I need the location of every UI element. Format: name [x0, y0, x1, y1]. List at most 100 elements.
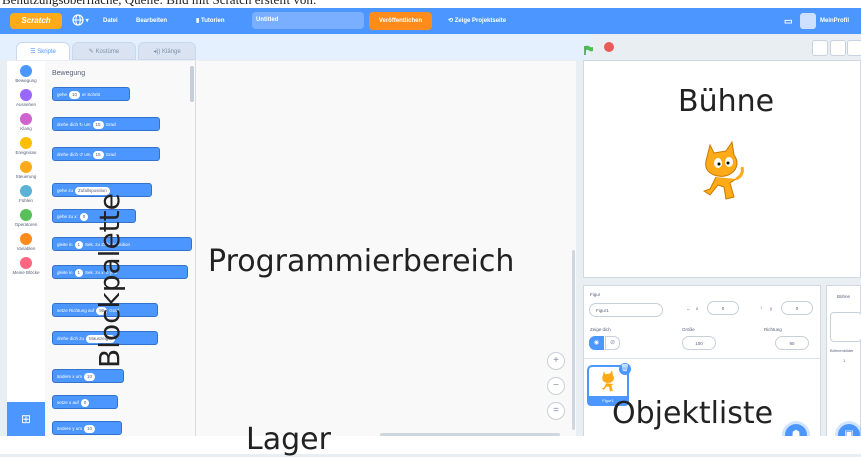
block-text: ändere x um [57, 374, 83, 379]
category-dot-icon [20, 89, 32, 101]
palette-category-title: Bewegung [52, 70, 86, 77]
see-project-button[interactable]: ⟲ Zeige Projektseite [448, 8, 506, 34]
zoom-reset-button[interactable]: = [547, 402, 565, 420]
cat-thumbnail-icon [601, 370, 614, 392]
motion-block[interactable]: setze x auf 0 [52, 395, 118, 409]
block-input[interactable]: 10 [69, 90, 81, 99]
motion-block[interactable]: drehe dich ↺ um 15 Grad [52, 147, 160, 161]
motion-block[interactable]: ändere x um 10 [52, 369, 124, 383]
globe-icon[interactable]: ▾ [72, 8, 89, 34]
block-input[interactable]: 0 [80, 398, 90, 407]
share-button[interactable]: Veröffentlichen [369, 12, 432, 30]
block-input[interactable]: 0 [79, 212, 89, 221]
category-item[interactable]: Klang [7, 113, 45, 131]
block-input[interactable]: 15 [92, 150, 104, 159]
block-text: gehe zu x: [57, 214, 78, 219]
zoom-reset-icon: = [553, 405, 559, 416]
size-label: Größe [682, 327, 695, 332]
zoom-in-button[interactable]: + [547, 352, 565, 370]
fullscreen-icon[interactable] [847, 40, 861, 56]
block-text: gleite in [57, 242, 73, 247]
brush-icon: ✎ [88, 49, 94, 55]
menu-edit[interactable]: Bearbeiten [136, 8, 167, 34]
block-input[interactable]: 1 [74, 240, 84, 249]
block-text: gleite in [57, 270, 73, 275]
large-stage-button[interactable] [830, 40, 846, 56]
label-stage: Bühne [678, 84, 775, 119]
scratch-logo[interactable]: Scratch [10, 13, 62, 29]
block-text: setze x auf [57, 400, 79, 405]
category-dot-icon [20, 185, 32, 197]
cat-sprite-icon[interactable] [696, 139, 746, 203]
palette-scrollbar[interactable] [190, 66, 194, 102]
category-dot-icon [20, 257, 32, 269]
code-icon: ☰ [30, 49, 36, 55]
username[interactable]: MeinProfil [820, 8, 849, 34]
category-dot-icon [20, 233, 32, 245]
label-backpack: Lager [246, 422, 331, 457]
block-input[interactable]: 10 [84, 424, 96, 433]
category-item[interactable]: Operatoren [7, 209, 45, 227]
category-label: Klang [20, 126, 32, 131]
x-label: x [696, 306, 699, 311]
x-field[interactable]: 0 [707, 301, 739, 315]
add-extension-button[interactable]: ⊞ [7, 402, 45, 436]
category-label: Ereignisse [15, 150, 37, 155]
see-project-icon: ⟲ [448, 18, 454, 24]
motion-block[interactable]: drehe dich ↻ um 15 Grad [52, 117, 160, 131]
category-dot-icon [20, 113, 32, 125]
y-field[interactable]: 0 [781, 301, 813, 315]
block-input[interactable]: 1 [74, 268, 84, 277]
sprite-name-label: Figur [590, 292, 601, 297]
tab-sounds[interactable]: ◂)) Klänge [138, 42, 196, 60]
speaker-icon: ◂)) [153, 49, 161, 55]
tab-code[interactable]: ☰ Skripte [16, 42, 70, 60]
size-field[interactable]: 100 [682, 336, 716, 350]
show-hidden-icon[interactable]: ⊘ [605, 336, 620, 350]
menu-file[interactable]: Datei [103, 8, 118, 34]
small-stage-button[interactable] [812, 40, 828, 56]
category-item[interactable]: Bewegung [7, 65, 45, 83]
sprite-name-field[interactable]: Figur1 [589, 303, 663, 317]
category-item[interactable]: Steuerung [7, 161, 45, 179]
category-item[interactable]: Aussehen [7, 89, 45, 107]
code-scrollbar-vertical[interactable] [572, 250, 575, 430]
block-text: Grad [105, 152, 116, 157]
zoom-out-button[interactable]: − [547, 377, 565, 395]
category-label: Bewegung [15, 78, 37, 83]
see-project-label: Zeige Projektseite [454, 18, 507, 24]
x-arrows-icon: ↔ [686, 306, 691, 311]
block-text: drehe dich ↻ um [57, 122, 91, 127]
category-label: Steuerung [15, 174, 37, 179]
project-title-input[interactable]: Untitled [252, 12, 364, 29]
category-dot-icon [20, 65, 32, 77]
delete-sprite-icon[interactable]: 🗑 [619, 363, 631, 375]
stop-icon[interactable] [604, 42, 614, 52]
category-item[interactable]: Meine Blöcke [7, 257, 45, 275]
category-item[interactable]: Variablen [7, 233, 45, 251]
menu-tutorials[interactable]: ▮ Tutorien [196, 8, 225, 34]
folder-icon[interactable]: ▭ [784, 8, 793, 34]
avatar[interactable] [800, 13, 816, 29]
block-input[interactable]: 10 [84, 372, 96, 381]
tutorials-icon: ▮ [196, 18, 200, 24]
backpack-strip[interactable] [0, 436, 861, 454]
green-flag-icon[interactable] [584, 42, 594, 55]
tab-costumes[interactable]: ✎ Kostüme [72, 42, 136, 60]
category-label: Fühlen [19, 198, 33, 203]
category-item[interactable]: Ereignisse [7, 137, 45, 155]
motion-block[interactable]: ändere y um 10 [52, 421, 122, 435]
stage-thumbnail[interactable] [830, 312, 861, 342]
block-text: setze Richtung auf [57, 308, 95, 313]
block-input[interactable]: 15 [92, 120, 104, 129]
direction-field[interactable]: 90 [775, 336, 809, 350]
category-item[interactable]: Fühlen [7, 185, 45, 203]
show-visible-icon[interactable]: ◉ [589, 336, 604, 350]
motion-block[interactable]: gehe 10 er Schritt [52, 87, 130, 101]
label-sprite-list: Objektliste [612, 396, 774, 431]
editor-tabs: ☰ Skripte ✎ Kostüme ◂)) Klänge [0, 34, 590, 60]
zoom-in-icon: + [553, 355, 559, 366]
block-text: gehe [57, 92, 68, 97]
block-text: er Schritt [82, 92, 101, 97]
tab-costumes-label: Kostüme [95, 49, 120, 55]
